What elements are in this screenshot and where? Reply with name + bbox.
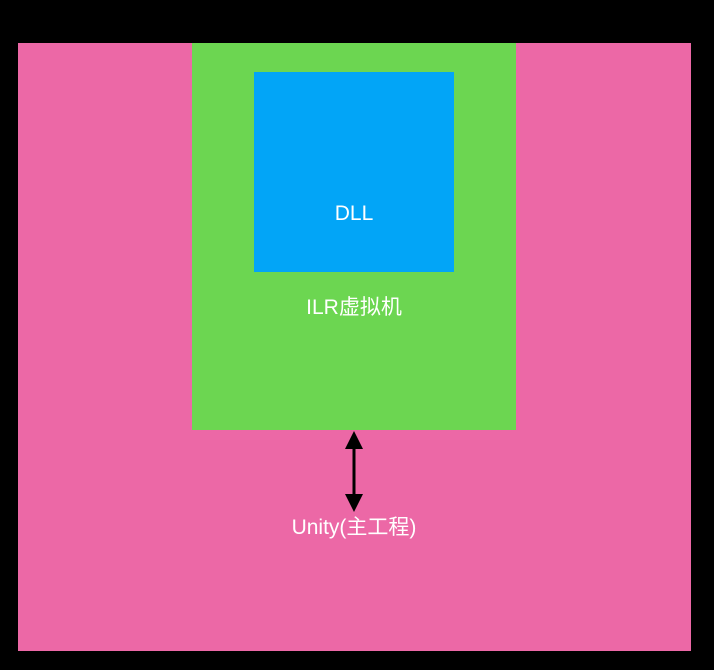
unity-label: Unity(主工程) <box>291 516 417 539</box>
dll-label: DLL <box>334 202 374 225</box>
dll-box <box>254 72 454 272</box>
diagram-canvas: DLL ILR虚拟机 Unity(主工程) <box>0 0 714 670</box>
ilr-vm-label: ILR虚拟机 <box>306 296 402 319</box>
